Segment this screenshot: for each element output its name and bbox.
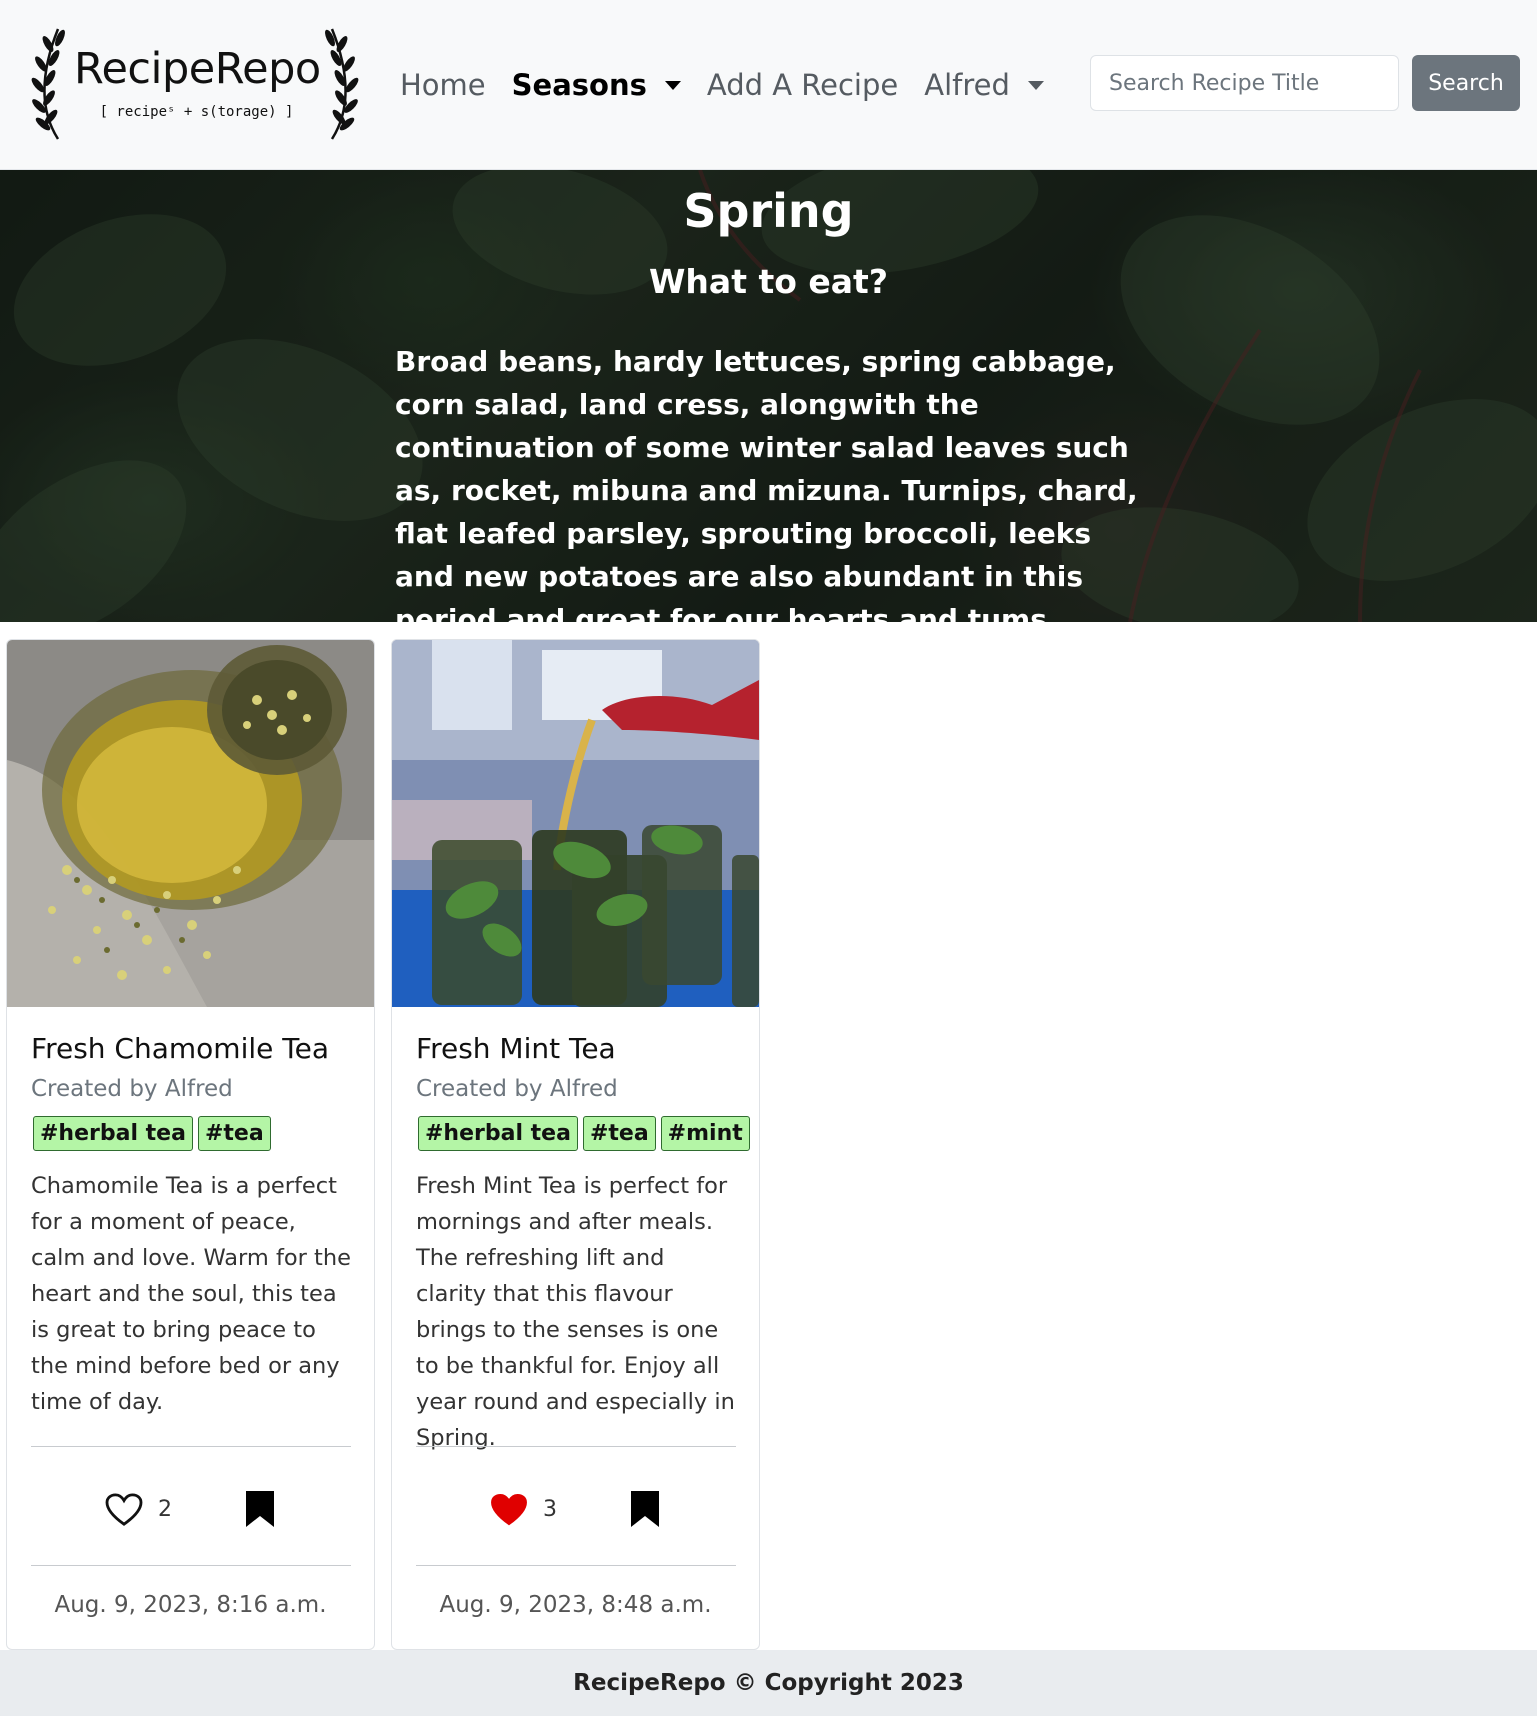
- footer: RecipeRepo © Copyright 2023: [0, 1650, 1537, 1716]
- season-description: Broad beans, hardy lettuces, spring cabb…: [395, 345, 1138, 622]
- recipe-actions: 2: [7, 1487, 374, 1531]
- like-count: 2: [158, 1497, 172, 1522]
- tag-list: #herbal tea #tea: [33, 1116, 276, 1151]
- recipe-tag[interactable]: #herbal tea: [418, 1116, 578, 1151]
- bookmark-icon[interactable]: [630, 1490, 660, 1528]
- tag-list: #herbal tea #tea #mint: [418, 1116, 755, 1151]
- nav-seasons-label: Seasons: [511, 68, 647, 102]
- nav-home-label: Home: [400, 68, 486, 102]
- recipe-description: Fresh Mint Tea is perfect for mornings a…: [416, 1173, 735, 1451]
- recipe-tag[interactable]: #herbal tea: [33, 1116, 193, 1151]
- recipe-title[interactable]: Fresh Mint Tea: [416, 1032, 616, 1065]
- season-title: Spring: [683, 184, 854, 238]
- recipe-author: Created by Alfred: [31, 1076, 233, 1102]
- divider: [31, 1446, 351, 1447]
- recipe-description: Chamomile Tea is a perfect for a moment …: [31, 1173, 351, 1415]
- like-count: 3: [543, 1497, 557, 1522]
- recipe-date: Aug. 9, 2023, 8:16 a.m.: [54, 1592, 327, 1618]
- recipe-image[interactable]: [7, 640, 374, 1007]
- heart-filled-icon[interactable]: [490, 1493, 528, 1527]
- mint-tea-image: [392, 640, 759, 1007]
- chevron-down-icon: [1027, 80, 1044, 90]
- brand-tagline: [ recipeˢ + s(torage) ]: [99, 104, 294, 120]
- main-nav: Home Seasons Add A Recipe Alfred: [400, 62, 1070, 108]
- nav-user-dropdown[interactable]: Alfred: [924, 68, 1044, 102]
- recipe-author: Created by Alfred: [416, 1076, 618, 1102]
- nav-add-recipe[interactable]: Add A Recipe: [707, 68, 898, 102]
- brand-name: RecipeRepo: [74, 44, 321, 94]
- nav-seasons-dropdown[interactable]: Seasons: [512, 68, 681, 102]
- recipe-date: Aug. 9, 2023, 8:48 a.m.: [439, 1592, 712, 1618]
- chamomile-tea-image: [7, 640, 374, 1007]
- search-button[interactable]: Search: [1412, 55, 1520, 111]
- brand-logo[interactable]: RecipeRepo [ recipeˢ + s(torage) ]: [30, 24, 360, 144]
- divider: [31, 1565, 351, 1566]
- heart-outline-icon[interactable]: [105, 1493, 143, 1527]
- nav-home[interactable]: Home: [400, 68, 486, 102]
- divider: [416, 1446, 736, 1447]
- season-hero: Spring What to eat? Broad beans, hardy l…: [0, 170, 1537, 622]
- recipe-image[interactable]: [392, 640, 759, 1007]
- nav-user-label: Alfred: [924, 68, 1010, 102]
- recipe-tag[interactable]: #mint: [660, 1116, 750, 1151]
- season-subtitle: What to eat?: [649, 262, 888, 301]
- wreath-right-icon: [325, 28, 359, 140]
- recipe-tag[interactable]: #tea: [582, 1116, 656, 1151]
- divider: [416, 1565, 736, 1566]
- recipe-card[interactable]: Fresh Chamomile Tea Created by Alfred #h…: [6, 639, 375, 1650]
- recipe-actions: 3: [392, 1487, 759, 1531]
- footer-copyright: RecipeRepo © Copyright 2023: [573, 1670, 964, 1696]
- recipe-title[interactable]: Fresh Chamomile Tea: [31, 1032, 329, 1065]
- navbar: RecipeRepo [ recipeˢ + s(torage) ] Home …: [0, 0, 1537, 170]
- recipe-tag[interactable]: #tea: [197, 1116, 271, 1151]
- recipe-card[interactable]: Fresh Mint Tea Created by Alfred #herbal…: [391, 639, 760, 1650]
- wreath-left-icon: [31, 28, 65, 140]
- nav-add-recipe-label: Add A Recipe: [706, 68, 899, 102]
- bookmark-icon[interactable]: [245, 1490, 275, 1528]
- search-input[interactable]: [1090, 55, 1399, 111]
- chevron-down-icon: [664, 80, 681, 90]
